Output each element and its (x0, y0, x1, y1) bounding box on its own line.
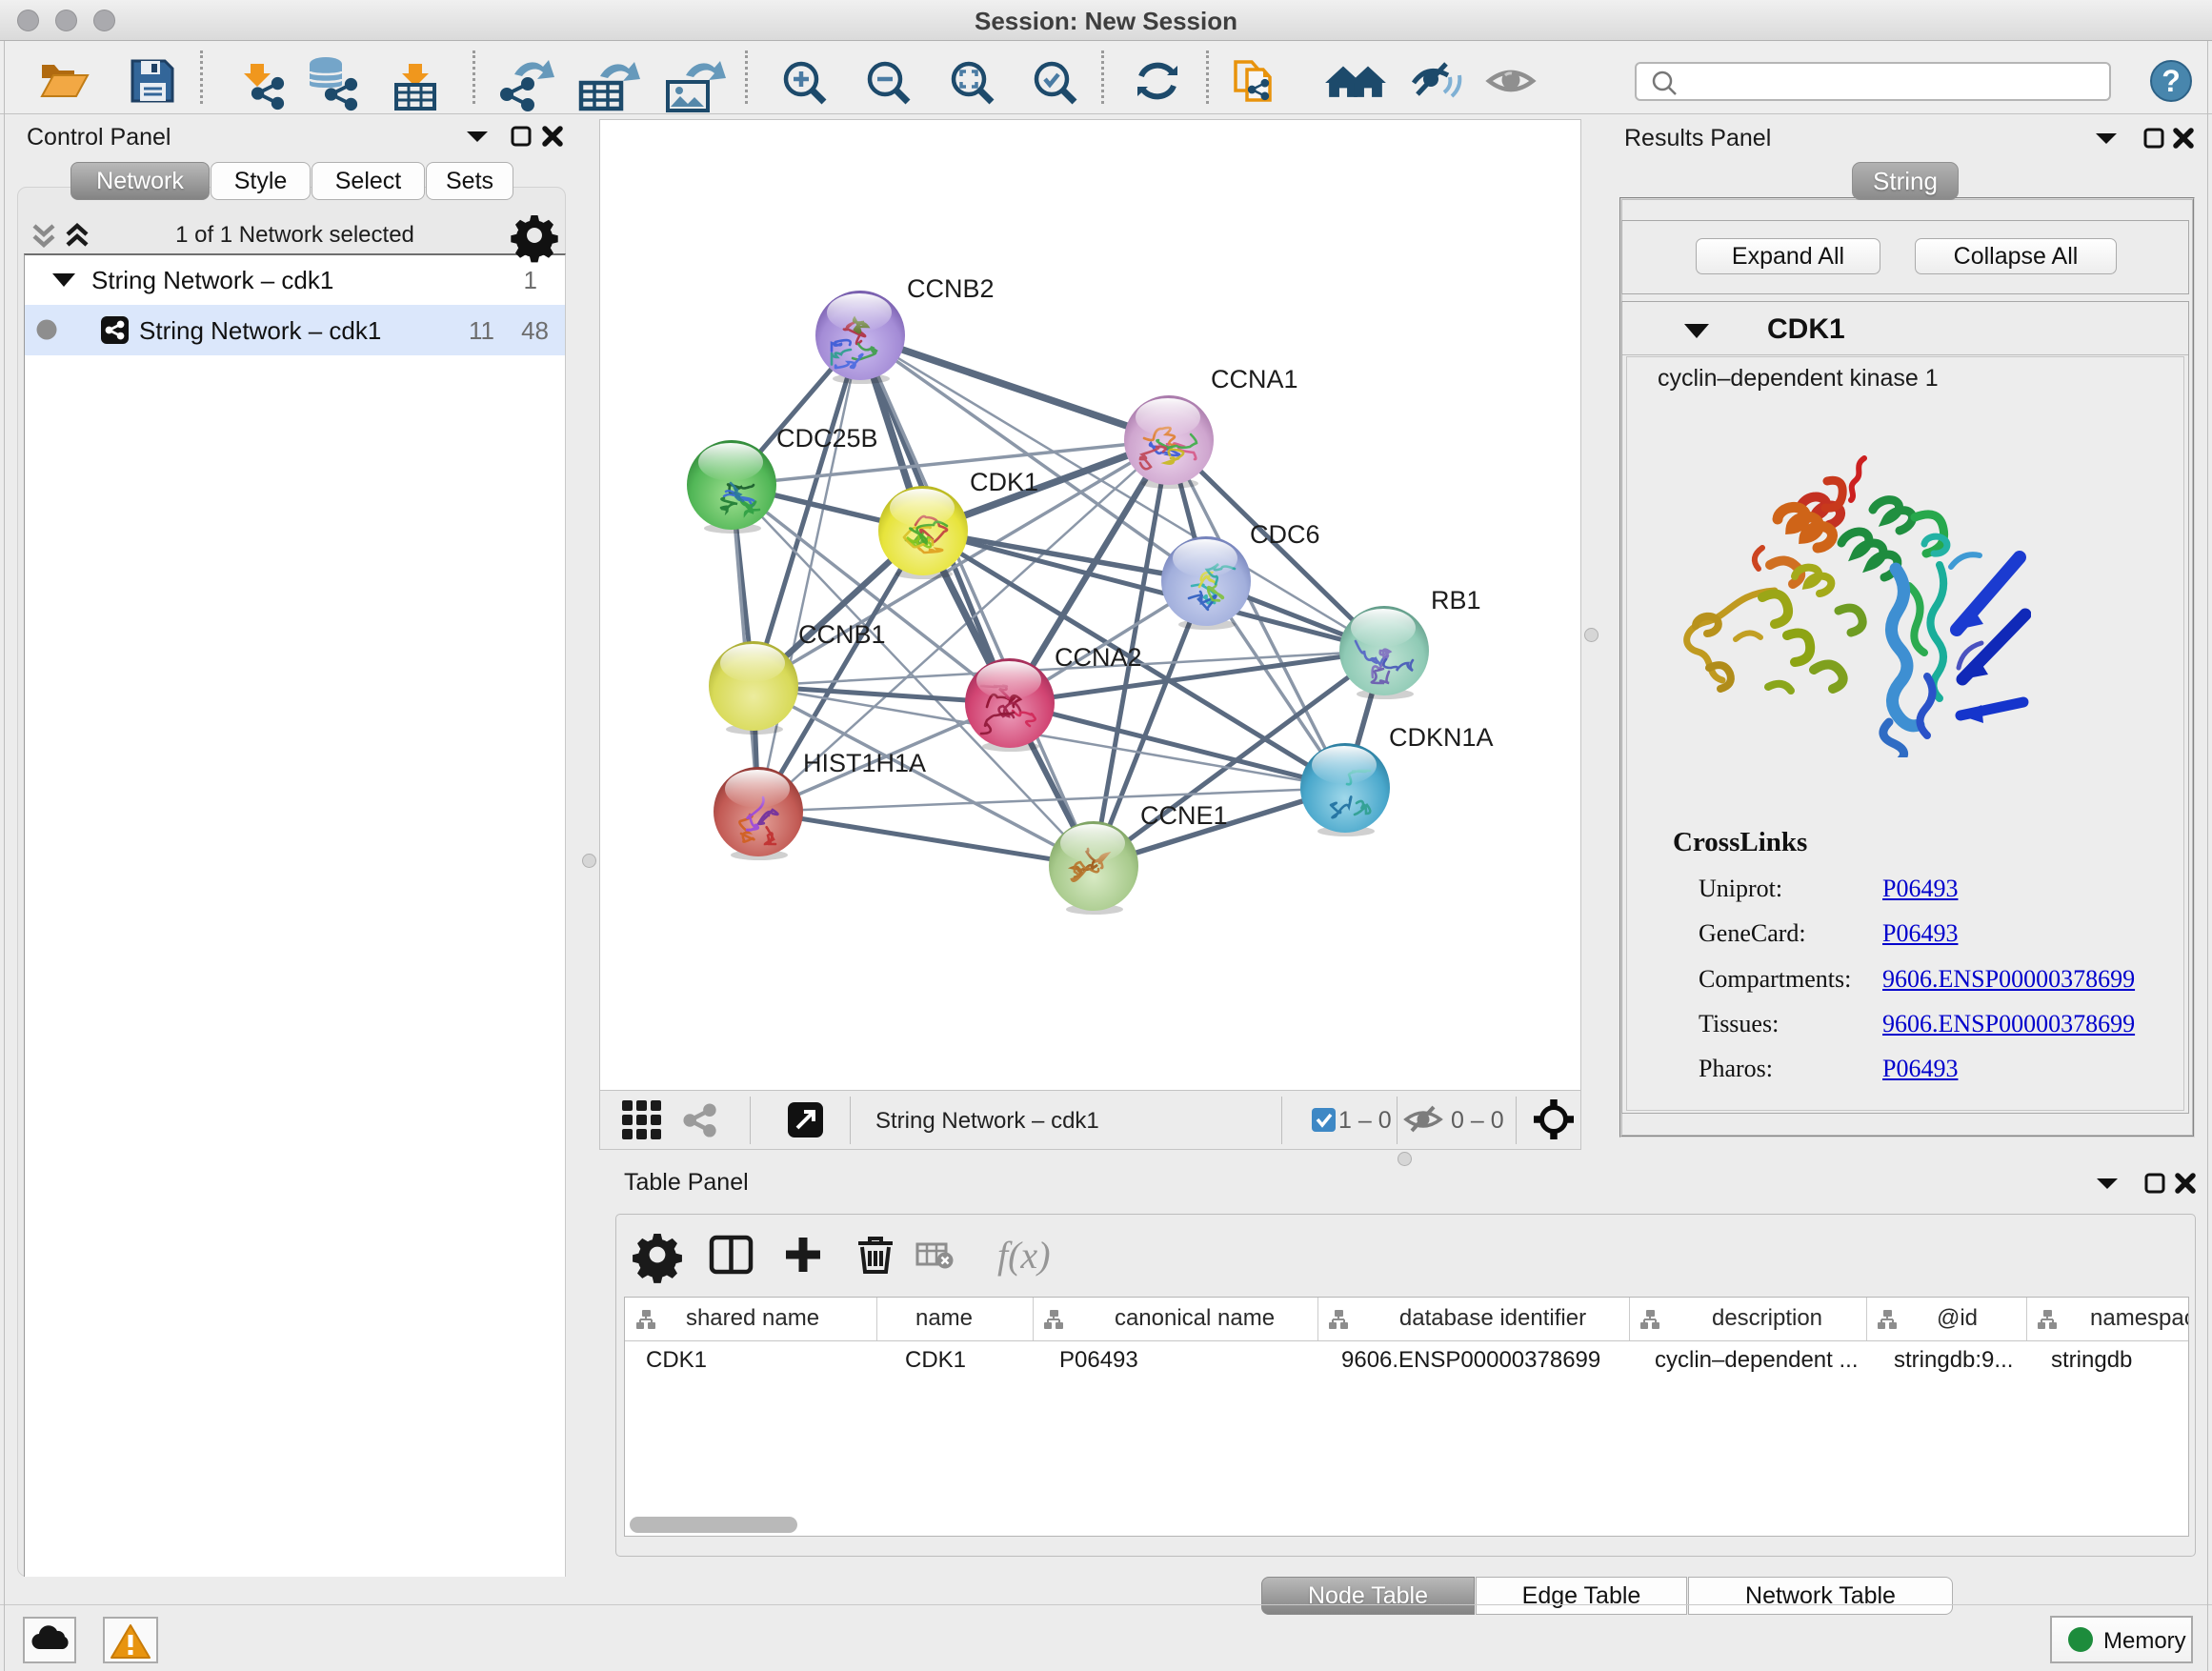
svg-text:CDC25B: CDC25B (776, 424, 878, 453)
svg-text:String Network – cdk1: String Network – cdk1 (875, 1108, 1099, 1134)
svg-text:1 – 0: 1 – 0 (1338, 1107, 1392, 1134)
svg-text:CCNA1: CCNA1 (1211, 365, 1298, 393)
svg-text:0 – 0: 0 – 0 (1451, 1107, 1504, 1134)
svg-text:CCNA2: CCNA2 (1055, 643, 1142, 672)
svg-text:RB1: RB1 (1431, 586, 1481, 614)
svg-text:?: ? (2162, 64, 2181, 98)
svg-text:CDC6: CDC6 (1250, 520, 1320, 549)
svg-text:f(x): f(x) (997, 1234, 1051, 1277)
svg-text:CCNB1: CCNB1 (798, 620, 886, 649)
svg-text:HIST1H1A: HIST1H1A (803, 749, 926, 777)
svg-text:CCNE1: CCNE1 (1140, 801, 1228, 830)
svg-text:CCNB2: CCNB2 (907, 274, 995, 303)
svg-text:CDKN1A: CDKN1A (1389, 723, 1494, 752)
svg-text:CDK1: CDK1 (970, 468, 1038, 496)
